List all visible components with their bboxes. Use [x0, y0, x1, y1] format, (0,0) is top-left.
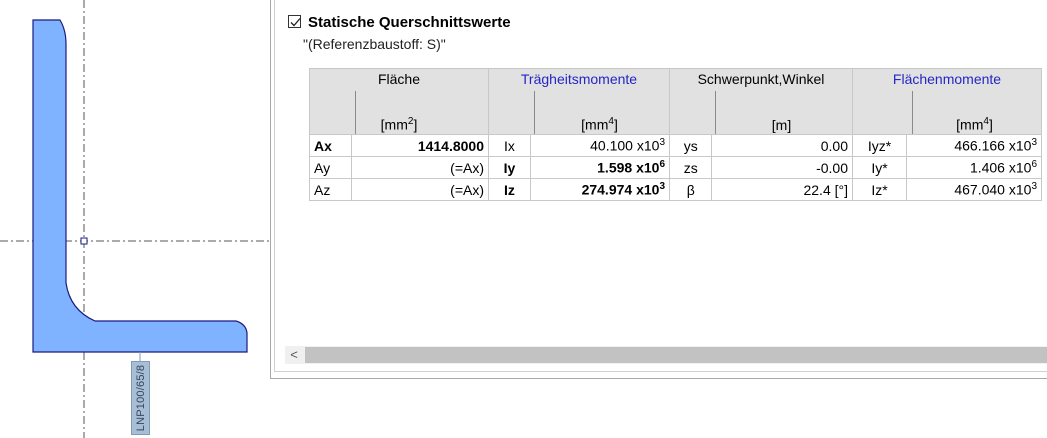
inertia-value[interactable]: 274.974 x103: [530, 178, 670, 201]
table-row: Ax 1414.8000 Ix 40.100 x103 ys 0.00 Iyz*…: [309, 134, 1042, 157]
centroid-label: ys: [668, 134, 713, 157]
table-header-row: Fläche [mm2] Trägheitsmomente [mm4] Schw…: [309, 68, 1042, 135]
area-value[interactable]: 1414.8000: [351, 134, 489, 157]
area-label: Ay: [309, 156, 352, 179]
centroid-marker: [80, 237, 88, 245]
area-label: Az: [309, 178, 352, 201]
inertia-label: Iy: [488, 156, 531, 179]
centroid-label: zs: [668, 156, 713, 179]
inertia-label: Ix: [488, 134, 531, 157]
inertia-value[interactable]: 40.100 x103: [530, 134, 670, 157]
moment-label: Iy*: [852, 156, 907, 179]
scroll-left-arrow-icon[interactable]: <: [285, 346, 303, 364]
header-inertia: Trägheitsmomente [mm4]: [488, 68, 670, 135]
inertia-label: Iz: [488, 178, 531, 201]
centroid-label: β: [668, 178, 713, 201]
moment-value[interactable]: 1.406 x106: [906, 156, 1042, 179]
profile-label-text: LNP100/65/8: [134, 364, 147, 432]
moment-label: Iyz*: [852, 134, 907, 157]
centroid-value[interactable]: 22.4 [°]: [711, 178, 853, 201]
moment-value[interactable]: 466.166 x103: [906, 134, 1042, 157]
horizontal-scrollbar[interactable]: <: [285, 346, 1047, 364]
table-row: Ay (=Ax) Iy 1.598 x106 zs -0.00 Iy* 1.40…: [309, 156, 1042, 179]
profile-label[interactable]: LNP100/65/8: [131, 361, 150, 435]
l-profile-shape: [32, 19, 248, 353]
reference-material-note: "(Referenzbaustoff: S)": [303, 36, 446, 52]
scrollbar-thumb[interactable]: [305, 347, 1047, 363]
table-row: Az (=Ax) Iz 274.974 x103 β 22.4 [°] Iz* …: [309, 178, 1042, 201]
cross-section-canvas[interactable]: LNP100/65/8: [0, 0, 270, 438]
area-value[interactable]: (=Ax): [351, 156, 489, 179]
area-value[interactable]: (=Ax): [351, 178, 489, 201]
section-values-table: Fläche [mm2] Trägheitsmomente [mm4] Schw…: [309, 68, 1042, 201]
area-label: Ax: [309, 134, 352, 157]
moment-label: Iz*: [852, 178, 907, 201]
section-checkbox[interactable]: [288, 15, 301, 28]
header-centroid: Schwerpunkt,Winkel [m]: [669, 68, 853, 135]
header-area: Fläche [mm2]: [309, 68, 489, 135]
moment-value[interactable]: 467.040 x103: [906, 178, 1042, 201]
checkmark-icon: [290, 18, 301, 27]
header-static-moments: Flächenmomente [mm4]: [852, 68, 1042, 135]
centroid-value[interactable]: 0.00: [711, 134, 853, 157]
section-title: Statische Querschnittswerte: [308, 14, 511, 31]
centroid-value[interactable]: -0.00: [711, 156, 853, 179]
inertia-value[interactable]: 1.598 x106: [530, 156, 670, 179]
